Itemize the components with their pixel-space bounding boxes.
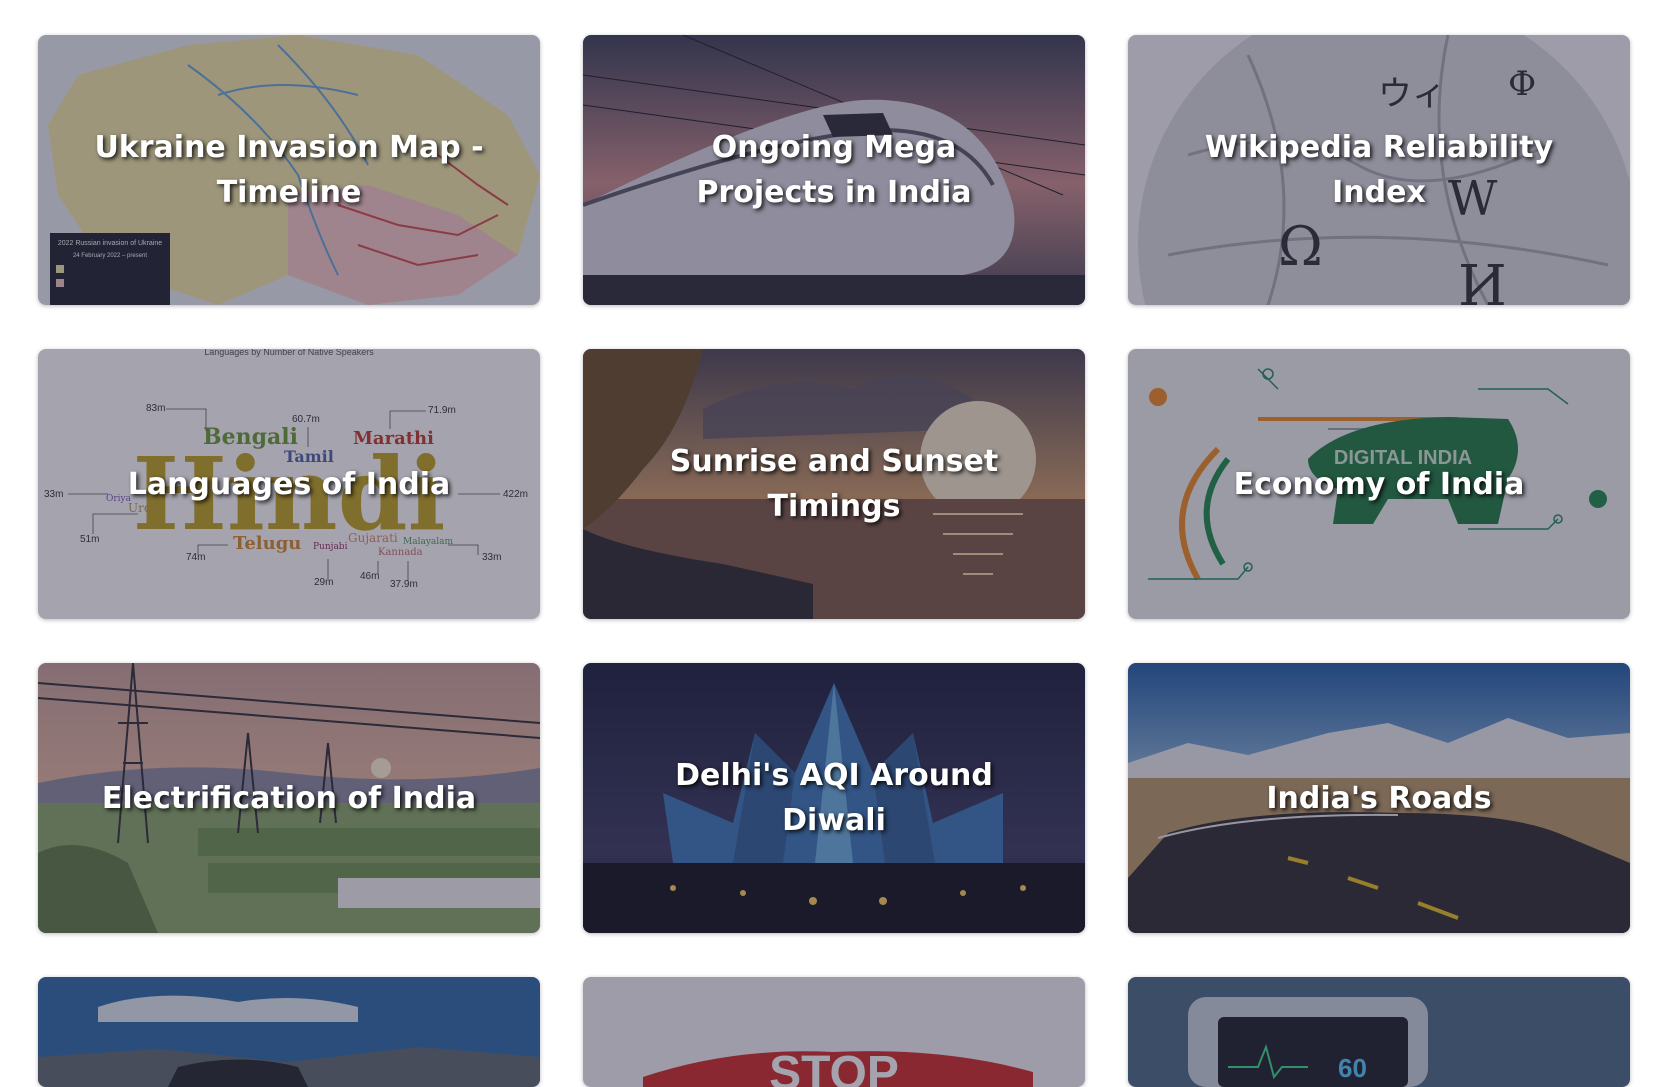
- card-title: Sunrise and Sunset Timings: [669, 444, 999, 524]
- card-title: Languages of India: [127, 466, 451, 502]
- project-card-indias-roads[interactable]: India's Roads: [1128, 663, 1630, 933]
- project-card-economy-of-india[interactable]: DIGITAL INDIA Economy of India: [1128, 349, 1630, 619]
- project-card-landscape[interactable]: [38, 977, 540, 1087]
- project-card-mega-projects[interactable]: Ongoing Mega Projects in India: [583, 35, 1085, 305]
- card-title: [1128, 977, 1630, 1087]
- card-title: [583, 977, 1085, 1087]
- card-title: [38, 977, 540, 1087]
- card-title: Ongoing Mega Projects in India: [696, 130, 972, 210]
- project-card-electrification[interactable]: Electrification of India: [38, 663, 540, 933]
- project-card-delhi-aqi[interactable]: Delhi's AQI Around Diwali: [583, 663, 1085, 933]
- project-card-health[interactable]: 60: [1128, 977, 1630, 1087]
- card-title: Delhi's AQI Around Diwali: [675, 758, 993, 838]
- project-card-wikipedia-reliability[interactable]: Ω W ウィ Ф И Wikipedia Reliability Index: [1128, 35, 1630, 305]
- card-title: Wikipedia Reliability Index: [1204, 130, 1554, 210]
- project-card-languages-of-india[interactable]: Languages by Number of Native Speakers H…: [38, 349, 540, 619]
- card-title: Economy of India: [1233, 466, 1525, 502]
- project-card-sunrise-sunset[interactable]: Sunrise and Sunset Timings: [583, 349, 1085, 619]
- project-card-grid: 2022 Russian invasion of Ukraine 24 Febr…: [38, 35, 1630, 1087]
- card-title: Electrification of India: [101, 780, 477, 816]
- card-title: Ukraine Invasion Map - Timeline: [94, 130, 484, 210]
- project-card-ukraine-invasion-map[interactable]: 2022 Russian invasion of Ukraine 24 Febr…: [38, 35, 540, 305]
- project-card-stop[interactable]: STOP: [583, 977, 1085, 1087]
- card-title: India's Roads: [1266, 780, 1492, 816]
